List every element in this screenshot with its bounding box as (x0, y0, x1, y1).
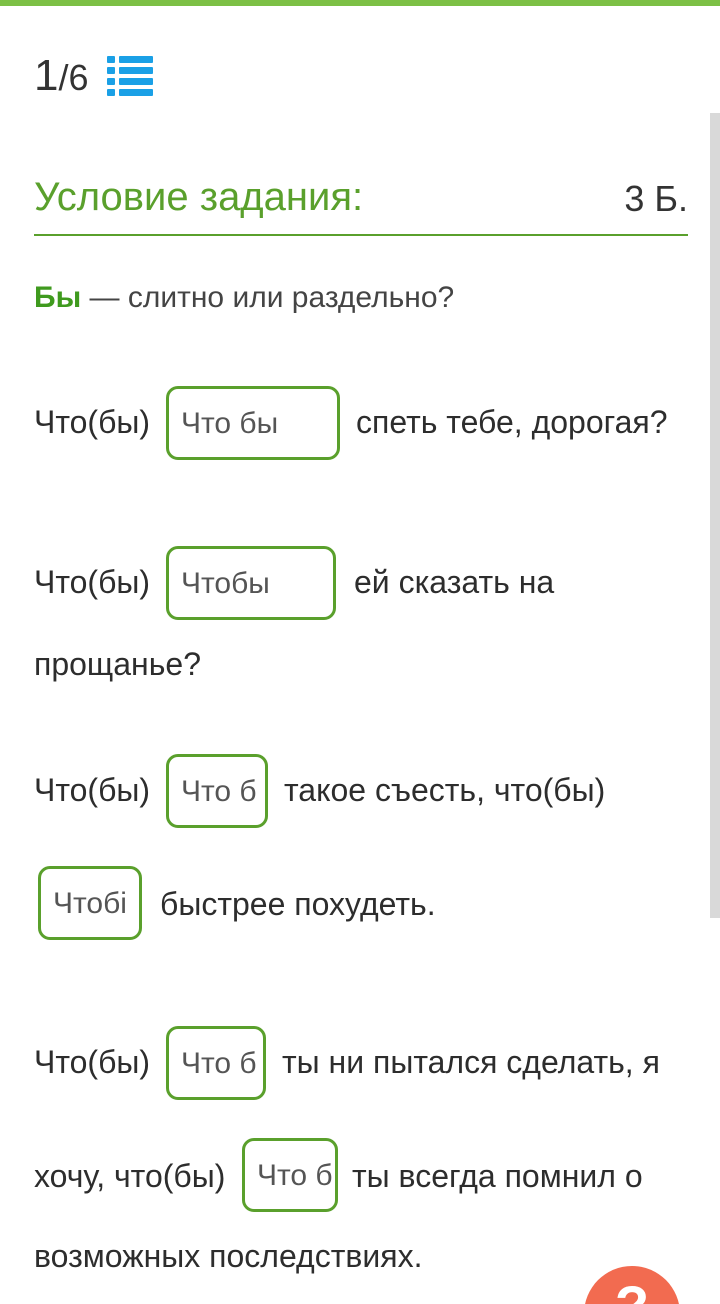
question-rest: — слитно или раздельно? (81, 281, 455, 314)
sentence-2-start: Что(бы) (34, 564, 151, 600)
question-keyword: Бы (34, 281, 82, 314)
task-counter: 1 / 6 (107, 54, 153, 98)
answer-input-6[interactable]: Что б (242, 1138, 338, 1212)
task-title: Условие задания: (34, 175, 364, 219)
sentence-3-start: Что(бы) (34, 772, 151, 808)
answer-input-5[interactable]: Что б (166, 1026, 266, 1100)
answer-input-4[interactable]: Чтобі (38, 866, 142, 940)
help-icon: ? (584, 1276, 680, 1304)
sentence-2-mid: ей сказать на (354, 564, 555, 600)
help-button[interactable]: ? (584, 1266, 680, 1304)
top-progress-bar (0, 0, 720, 6)
task-header: Условие задания: 3 Б. (34, 168, 688, 236)
sentence-3-end: быстрее похудеть. (160, 886, 436, 922)
question-text: Бы — слитно или раздельно? (34, 278, 454, 318)
task-page: 1 / 6 1/6 Условие задания: 3 Б. Бы — сли… (0, 0, 720, 1304)
sentence-4-mid: ты ни пытался сделать, я (282, 1044, 660, 1080)
answer-input-3[interactable]: Что б (166, 754, 268, 828)
counter-current: 1 (34, 51, 59, 100)
answer-input-1[interactable]: Что бы (166, 386, 340, 460)
counter-total: /6 (58, 57, 89, 98)
sentence-4-line2-start: хочу, что(бы) (34, 1158, 226, 1194)
task-counter-text: 1/6 (34, 50, 89, 104)
sentence-1-start: Что(бы) (34, 404, 151, 440)
scrollbar[interactable] (710, 113, 720, 918)
task-score: 3 Б. (624, 178, 688, 219)
sentence-4-start: Что(бы) (34, 1044, 151, 1080)
list-icon[interactable] (107, 54, 153, 98)
sentence-3-mid: такое съесть, что(бы) (284, 772, 606, 808)
sentence-4-line2-end: ты всегда помнил о (352, 1158, 643, 1194)
sentence-4-end: возможных последствиях. (34, 1238, 423, 1274)
sentence-2-end: прощанье? (34, 646, 201, 682)
answer-input-2[interactable]: Чтобы (166, 546, 336, 620)
sentence-1-end: спеть тебе, дорогая? (356, 404, 668, 440)
